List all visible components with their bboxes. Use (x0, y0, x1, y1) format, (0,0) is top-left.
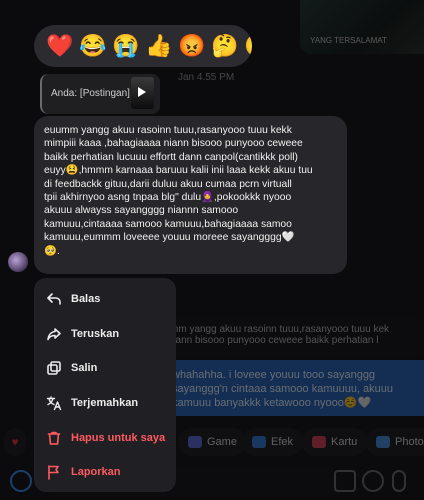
chip-kartu: Kartu (302, 428, 368, 456)
menu-item-copy[interactable]: Salin (34, 351, 176, 386)
sent-line: whahahha. i loveee youuu tooo sayanggg (172, 369, 376, 381)
chip-label: Game (207, 436, 237, 448)
message-line: kamuuu,eummm loveeee youuu moreee sayang… (44, 232, 295, 244)
image-caption: YANG TERSALAMAT (310, 36, 387, 45)
message-line: euumm yangg akuu rasoinn tuuu,rasanyooo … (44, 125, 292, 136)
emoji-icon (362, 470, 384, 492)
reaction-thinking[interactable]: 🤔 (211, 33, 238, 59)
sent-line: kamuuu banyakkk ketawooo nyooo☺️🤍 (172, 397, 372, 409)
menu-item-report[interactable]: Laporkan (34, 455, 176, 490)
menu-item-label: Teruskan (71, 327, 120, 340)
copy-icon (46, 360, 62, 376)
sent-line: sayanggg'n cintaaa samooo kamuuuu, akuuu (172, 383, 394, 395)
game-icon (188, 436, 202, 448)
message-line: 🥺. (44, 245, 60, 257)
message-line: euyy😫,hmmm karnaaa baruuu kalii inii laa… (44, 165, 313, 177)
reaction-picker: ❤️ 😂 😭 👍 😡 🤔 😮 (34, 25, 252, 67)
effect-icon (252, 436, 266, 448)
reaction-heart[interactable]: ❤️ (46, 33, 73, 59)
menu-item-label: Salin (71, 362, 98, 375)
message-line: kamuuu,cintaaaa samooo kamuuu,bahagiaaaa… (44, 218, 292, 230)
photo-icon (376, 436, 390, 448)
heart-chip: ♥ (4, 428, 26, 456)
menu-item-translate[interactable]: Terjemahkan (34, 386, 176, 421)
menu-item-forward[interactable]: Teruskan (34, 317, 176, 352)
shared-image-thumbnail: YANG TERSALAMAT (300, 0, 424, 54)
camera-icon (10, 470, 32, 492)
chip-label: Kartu (331, 436, 358, 448)
message-timestamp: Jan 4.55 PM (178, 72, 235, 83)
menu-item-delete-for-me[interactable]: Hapus untuk saya (34, 420, 176, 455)
menu-item-reply[interactable]: Balas (34, 282, 176, 317)
trash-icon (46, 430, 62, 446)
reply-icon (46, 291, 62, 307)
quoted-message: mm yangg akuu rasoinn tuuu,rasanyooo tuu… (160, 318, 424, 356)
reaction-cry[interactable]: 😭 (112, 33, 139, 59)
message-context-menu: Balas Teruskan Salin Terjemahkan Hapus u… (34, 278, 176, 492)
story-reply-preview[interactable]: Anda: [Postingan] (40, 74, 160, 114)
play-icon (138, 87, 146, 97)
chip-label: Efek (271, 436, 294, 448)
menu-item-label: Terjemahkan (71, 397, 139, 410)
flag-icon (46, 464, 62, 481)
microphone-icon (392, 470, 406, 492)
quoted-line: mm yangg akuu rasoinn tuuu,rasanyooo tuu… (170, 324, 390, 335)
reaction-laugh[interactable]: 😂 (79, 33, 106, 59)
translate-icon (46, 395, 62, 411)
story-thumbnail (131, 77, 154, 109)
chip-game: Game (178, 428, 247, 456)
sent-message-bubble: whahahha. i loveee youuu tooo sayanggg s… (160, 360, 424, 416)
heart-icon: ♥ (11, 435, 19, 449)
sticker-icon (334, 470, 356, 492)
card-icon (312, 436, 326, 448)
message-line: tpii akhirnyoo asng tnpaa blg" dulu🧕,pok… (44, 192, 292, 204)
chip-photos: PhotoS (366, 428, 424, 456)
menu-item-label: Laporkan (71, 466, 121, 479)
message-line: baikk perhatian lucuuu effortt dann canp… (44, 151, 298, 163)
menu-item-label: Hapus untuk saya (71, 431, 166, 444)
message-line: akuuu alwayss sayangggg niannn samooo (44, 205, 239, 217)
chip-label: PhotoS (395, 436, 424, 448)
chip-efek: Efek (242, 428, 304, 456)
menu-item-label: Balas (71, 293, 101, 306)
story-reply-label: Anda: [Postingan] (51, 88, 130, 99)
sender-avatar[interactable] (8, 252, 28, 272)
message-bubble[interactable]: euumm yangg akuu rasoinn tuuu,rasanyooo … (34, 116, 347, 274)
forward-icon (46, 326, 62, 342)
reaction-thumbs-up[interactable]: 👍 (145, 33, 172, 59)
quoted-line: nann bisooo punyooo ceweee baikk perhati… (170, 335, 379, 346)
reaction-angry[interactable]: 😡 (178, 33, 205, 59)
message-line: mimpiii kaaa ,bahagiaaaa niann bisooo pu… (44, 138, 303, 150)
message-line: di feedbackk gituu,darii duluu akuu cuma… (44, 178, 292, 190)
